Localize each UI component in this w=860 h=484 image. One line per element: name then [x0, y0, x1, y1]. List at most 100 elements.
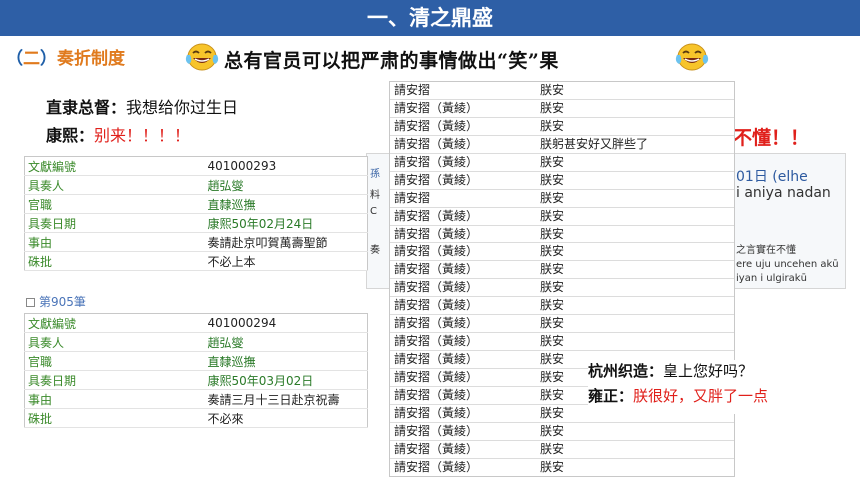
memorial-type-cell: 請安摺（黃綾） [394, 459, 479, 474]
memorial-type-cell: 請安摺（黃綾） [394, 441, 479, 456]
record-field-label: 具奏人 [24, 175, 205, 195]
section-label: 奏折制度 [57, 49, 125, 69]
list-row: 請安摺（黃綾） 朕安 [390, 100, 734, 118]
record-field-value[interactable]: 康熙50年02月24日 [204, 213, 368, 233]
vermilion-reply-cell: 朕安 [540, 262, 565, 277]
speaker-yongzheng: 雍正： [588, 387, 634, 405]
record-field-value[interactable]: 康熙50年03月02日 [204, 370, 368, 390]
record-field-value[interactable]: 趙弘燮 [204, 332, 368, 352]
record-field-label: 具奏日期 [24, 370, 205, 390]
memorial-type-cell: 請安摺 [394, 83, 431, 97]
record-field-label: 官職 [24, 194, 205, 214]
record-field-value[interactable]: 直隸巡撫 [204, 351, 368, 371]
vermilion-reply-cell: 朕安 [540, 83, 565, 97]
memorial-type-cell: 請安摺（黃綾） [394, 423, 479, 438]
record-row: 官職 直隸巡撫 [24, 351, 368, 371]
entry-count[interactable]: 第905筆 [26, 293, 86, 310]
memorial-type-cell: 請安摺（黃綾） [394, 352, 479, 367]
list-row: 請安摺（黃綾） 朕安 [390, 118, 734, 136]
speaker-weaver: 杭州织造： [588, 362, 664, 380]
list-row: 請安摺（黃綾） 朕安 [390, 297, 734, 316]
record-row: 具奏日期 康熙50年03月02日 [24, 370, 368, 390]
list-row: 請安摺（黃綾） 朕安 [390, 243, 734, 262]
section-open-paren: （ [6, 49, 23, 69]
record-field-value: 不必上本 [204, 251, 368, 271]
record-field-label: 官職 [24, 351, 205, 371]
speaker-governor: 直隶总督： [46, 98, 127, 117]
vermilion-reply-cell: 朕安 [540, 298, 565, 313]
record-field-value[interactable]: 趙弘燮 [204, 175, 368, 195]
checkbox-icon[interactable] [26, 298, 35, 307]
list-row: 請安摺（黃綾） 朕安 [390, 441, 734, 459]
record-row: 硃批 不必上本 [24, 251, 368, 271]
vermilion-reply-cell: 朕躬甚安好又胖些了 [540, 136, 649, 151]
memorial-type-cell: 請安摺（黃綾） [394, 387, 479, 402]
vermilion-reply-cell: 朕安 [540, 244, 565, 259]
list-row: 請安摺（黃綾） 朕安 [390, 261, 734, 280]
vermilion-reply-cell: 朕安 [540, 226, 565, 241]
list-row: 請安摺 朕安 [390, 190, 734, 208]
vermilion-reply-cell: 朕安 [540, 316, 565, 331]
memorial-type-cell: 請安摺（黃綾） [394, 280, 479, 295]
memorial-record-1: 文獻編號 401000293 具奏人 趙弘燮 官職 直隸巡撫 具奏日期 康熙50年02月24日… [24, 156, 368, 271]
record-field-value: 奏請三月十三日赴京祝壽 [204, 389, 368, 409]
vermilion-reply-cell: 朕安 [540, 208, 565, 223]
memorial-type-cell: 請安摺（黃綾） [394, 226, 479, 241]
memorial-type-cell: 請安摺（黃綾） [394, 136, 479, 151]
list-row: 請安摺（黃綾） 朕安 [390, 333, 734, 352]
list-row: 請安摺（黃綾） 朕安 [390, 172, 734, 190]
background-manchu3: iyan i ulgirakū [736, 273, 807, 284]
dialog-governor-line: 直隶总督：我想给你过生日 [46, 94, 238, 118]
memorial-record-2: 文獻編號 401000294 具奏人 趙弘燮 官職 直隸巡撫 具奏日期 康熙50年03月02日… [24, 313, 368, 428]
record-row: 具奏日期 康熙50年02月24日 [24, 213, 368, 233]
kangxi-text: 别来！！！！ [94, 126, 191, 145]
vermilion-reply-cell: 朕安 [540, 459, 565, 474]
memorial-type-cell: 請安摺（黃綾） [394, 244, 479, 259]
dialog-weaver-line: 杭州织造：皇上您好吗？ [588, 360, 850, 385]
record-field-value: 401000293 [204, 156, 368, 176]
record-field-label: 文獻編號 [24, 156, 205, 176]
memorial-type-cell: 請安摺（黃綾） [394, 172, 479, 187]
memorial-type-cell: 請安摺（黃綾） [394, 405, 479, 420]
memorial-type-cell: 請安摺（黃綾） [394, 208, 479, 223]
record-field-label: 硃批 [24, 251, 205, 271]
record-row: 硃批 不必來 [24, 408, 368, 428]
memorial-type-cell: 請安摺（黃綾） [394, 154, 479, 169]
background-frag-1: 孫 [370, 169, 380, 180]
record-row: 文獻編號 401000293 [24, 156, 368, 176]
list-row: 請安摺 朕安 [390, 82, 734, 100]
memorial-list: 請安摺 朕安 請安摺（黃綾） 朕安 請安摺（黃綾） 朕安 請安摺（黃綾） 朕躬甚安好又胖些了請… [389, 81, 735, 477]
record-row: 事由 奏請三月十三日赴京祝壽 [24, 389, 368, 409]
record-field-label: 硃批 [24, 408, 205, 428]
memorial-type-cell: 請安摺（黃綾） [394, 316, 479, 331]
vermilion-reply-cell: 朕安 [540, 423, 565, 438]
list-row: 請安摺（黃綾） 朕躬甚安好又胖些了 [390, 136, 734, 154]
background-frag-2: 料 [370, 190, 380, 201]
governor-text: 我想给你过生日 [126, 98, 239, 117]
dialog-yongzheng-box: 杭州织造：皇上您好吗？ 雍正：朕很好，又胖了一点 [588, 360, 850, 414]
background-manchu2: ere uju uncehen akū [736, 259, 839, 270]
vermilion-reply-cell: 朕安 [540, 334, 565, 349]
list-row: 請安摺（黃綾） 朕安 [390, 279, 734, 298]
record-field-value: 奏請赴京叩賀萬壽聖節 [204, 232, 368, 252]
record-field-value: 不必來 [204, 408, 368, 428]
record-field-label: 具奏人 [24, 332, 205, 352]
record-row: 文獻編號 401000294 [24, 313, 368, 333]
dialog-kangxi-line: 康熙：别来！！！！ [46, 122, 190, 146]
list-row: 請安摺（黃綾） 朕安 [390, 226, 734, 244]
memorial-type-cell: 請安摺（黃綾） [394, 100, 479, 115]
memorial-type-cell: 請安摺 [394, 190, 431, 205]
speaker-kangxi: 康熙： [46, 126, 95, 145]
background-red-text: 不懂！！ [733, 127, 810, 149]
vermilion-reply-cell: 朕安 [540, 100, 565, 115]
record-row: 具奏人 趙弘燮 [24, 175, 368, 195]
vermilion-reply-cell: 朕安 [540, 172, 565, 187]
weaver-text: 皇上您好吗？ [663, 362, 754, 380]
record-field-value[interactable]: 直隸巡撫 [204, 194, 368, 214]
record-row: 事由 奏請赴京叩賀萬壽聖節 [24, 232, 368, 252]
laughing-tears-emoji-right-icon [675, 43, 709, 71]
memorial-type-cell: 請安摺（黃綾） [394, 118, 479, 133]
entry-count-text: 第905筆 [39, 295, 86, 309]
yongzheng-text: 朕很好，又胖了一点 [633, 387, 769, 405]
background-manchu-text: i aniya nadan [736, 185, 831, 201]
